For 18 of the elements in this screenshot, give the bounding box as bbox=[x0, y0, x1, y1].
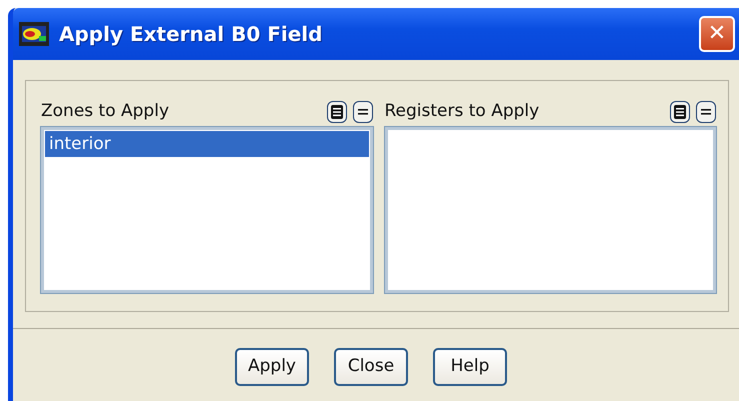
select-all-button[interactable] bbox=[670, 101, 690, 123]
dialog-button[interactable]: Help bbox=[433, 348, 507, 386]
list-item[interactable]: interior bbox=[45, 131, 368, 157]
list-lines-icon bbox=[674, 105, 686, 119]
dialog-button[interactable]: Close bbox=[334, 348, 408, 386]
deselect-all-button[interactable] bbox=[352, 101, 372, 123]
list-label: Zones to Apply bbox=[41, 100, 170, 124]
select-all-button[interactable] bbox=[326, 101, 346, 123]
equals-icon bbox=[700, 107, 712, 117]
app-icon bbox=[19, 22, 49, 46]
list-box[interactable]: interior bbox=[41, 127, 372, 293]
deselect-all-button[interactable] bbox=[696, 101, 716, 123]
dialog-button[interactable]: Apply bbox=[235, 348, 309, 386]
list-lines-icon bbox=[330, 105, 342, 119]
equals-icon bbox=[356, 107, 368, 117]
list-label: Registers to Apply bbox=[384, 100, 540, 124]
window-title: Apply External B0 Field bbox=[59, 21, 324, 48]
close-button[interactable]: ✕ bbox=[699, 16, 735, 52]
